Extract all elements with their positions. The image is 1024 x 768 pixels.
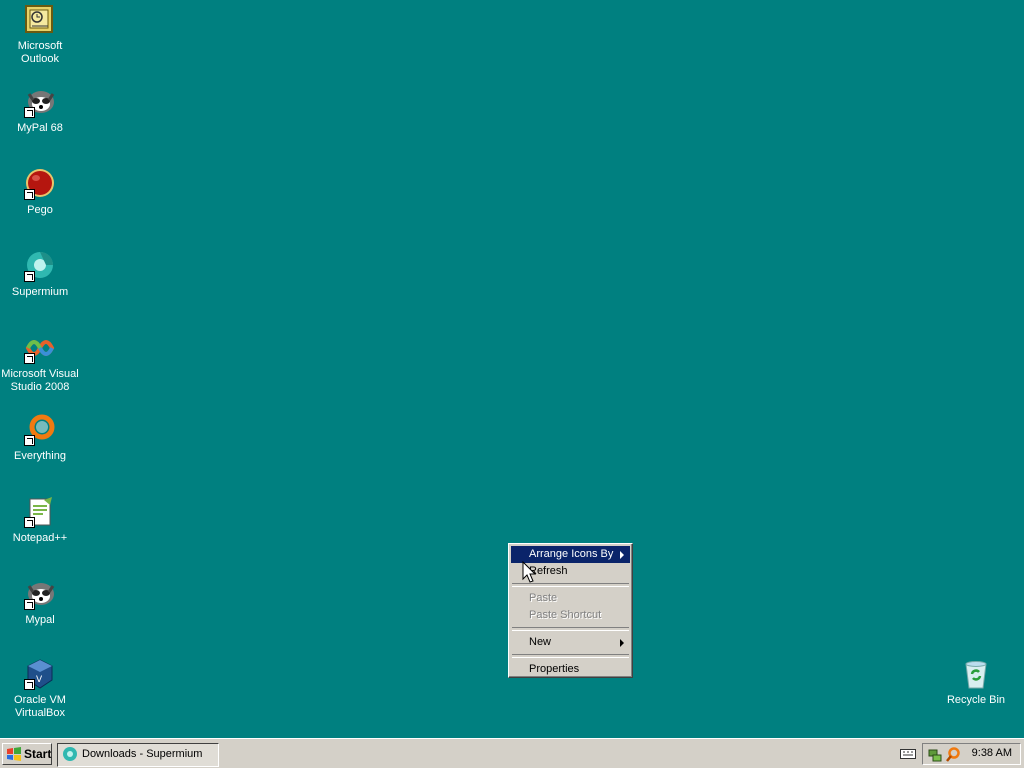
supermium-icon [24, 250, 56, 282]
windows-logo-icon [7, 747, 21, 761]
shortcut-arrow-icon [24, 189, 35, 200]
supermium-icon [63, 747, 77, 761]
network-icon[interactable] [927, 747, 943, 763]
desktop-icon-mypal-68[interactable]: MyPal 68 [0, 86, 80, 135]
desktop-icon-outlook[interactable]: Microsoft Outlook [0, 4, 80, 66]
visual-studio-icon [24, 332, 56, 364]
shortcut-arrow-icon [24, 599, 35, 610]
everything-icon [24, 414, 56, 446]
mypal-icon [24, 86, 56, 118]
mypal-icon [24, 578, 56, 610]
taskbar-button-label: Downloads - Supermium [82, 748, 203, 760]
svg-text:V: V [36, 675, 43, 685]
menu-item-label: Arrange Icons By [529, 548, 614, 560]
desktop-icon-label: Notepad++ [12, 532, 68, 544]
shortcut-arrow-icon [24, 435, 35, 446]
pego-icon [24, 168, 56, 200]
desktop-icon-label: Recycle Bin [946, 694, 1006, 706]
shortcut-arrow-icon [24, 517, 35, 528]
desktop-icon-label: MyPal 68 [17, 122, 63, 134]
submenu-arrow-icon [620, 639, 624, 647]
menu-item-paste: Paste [511, 590, 630, 607]
desktop-icon-virtualbox[interactable]: V Oracle VM VirtualBox [0, 658, 80, 720]
clock[interactable]: 9:38 AM [972, 747, 1012, 759]
menu-item-new[interactable]: New [511, 634, 630, 651]
menu-separator [512, 654, 629, 658]
keyboard-icon[interactable] [900, 748, 916, 760]
menu-separator [512, 627, 629, 631]
mouse-cursor-icon [522, 561, 536, 583]
shortcut-arrow-icon [24, 679, 35, 690]
desktop-icon-notepadpp[interactable]: Notepad++ [0, 496, 80, 545]
desktop-icon-label: Microsoft Outlook [17, 40, 63, 65]
desktop-icon-label: Microsoft Visual Studio 2008 [1, 368, 79, 393]
shortcut-arrow-icon [24, 271, 35, 282]
desktop-icon-label: Supermium [11, 286, 69, 298]
taskbar-button-downloads-supermium[interactable]: Downloads - Supermium [57, 743, 219, 767]
desktop-icon-visual-studio[interactable]: Microsoft Visual Studio 2008 [0, 332, 80, 394]
menu-item-properties[interactable]: Properties [511, 661, 630, 678]
desktop-icon-label: Oracle VM VirtualBox [14, 694, 66, 719]
desktop-icon-recycle-bin[interactable]: Recycle Bin [936, 658, 1016, 707]
search-magnifier-icon[interactable] [945, 747, 961, 763]
desktop-icon-label: Mypal [25, 614, 55, 626]
start-label: Start [24, 747, 52, 761]
menu-separator [512, 583, 629, 587]
menu-item-paste-shortcut: Paste Shortcut [511, 607, 630, 624]
taskbar: Start Downloads - Supermium 9:38 AM [0, 738, 1024, 768]
desktop-icon-supermium[interactable]: Supermium [0, 250, 80, 299]
desktop-icon-everything[interactable]: Everything [0, 414, 80, 463]
notepadpp-icon [24, 496, 56, 528]
shortcut-arrow-icon [24, 353, 35, 364]
outlook-icon [24, 4, 56, 36]
menu-item-label: Paste Shortcut [529, 609, 602, 621]
desktop-icon-label: Pego [27, 204, 53, 216]
desktop-icon-mypal[interactable]: Mypal [0, 578, 80, 627]
desktop-icon-label: Everything [14, 450, 66, 462]
recycle-bin-icon [960, 658, 992, 690]
submenu-arrow-icon [620, 551, 624, 559]
shortcut-arrow-icon [24, 107, 35, 118]
menu-item-label: Paste [529, 592, 558, 604]
menu-item-label: New [529, 636, 552, 648]
system-tray: 9:38 AM [922, 743, 1021, 765]
menu-item-label: Properties [529, 663, 580, 675]
desktop-icon-pego[interactable]: Pego [0, 168, 80, 217]
virtualbox-icon: V [24, 658, 56, 690]
start-button[interactable]: Start [2, 743, 52, 765]
